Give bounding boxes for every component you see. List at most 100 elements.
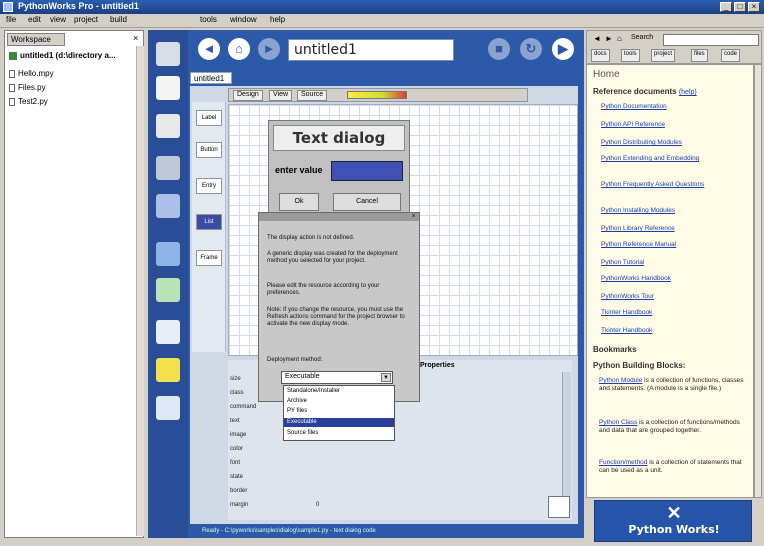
workspace-project-item[interactable]: untitled1 (d:\directory a... bbox=[9, 51, 116, 60]
workspace-close-icon[interactable]: × bbox=[133, 33, 138, 43]
deployment-select[interactable]: Executable ▼ bbox=[281, 371, 393, 384]
ref-link[interactable]: Python Tutorial bbox=[601, 259, 751, 267]
label-widget[interactable]: Label bbox=[196, 110, 222, 126]
copy-icon[interactable] bbox=[156, 242, 180, 266]
dialog-entry[interactable] bbox=[331, 161, 403, 181]
document-tab[interactable]: untitled1 bbox=[190, 72, 232, 84]
menu-help[interactable]: help bbox=[270, 15, 285, 24]
resize-handle[interactable] bbox=[548, 496, 570, 518]
option-archive[interactable]: Archive bbox=[284, 397, 394, 406]
menu-tools[interactable]: tools bbox=[200, 15, 217, 24]
ref-link[interactable]: PythonWorks Tour bbox=[601, 293, 751, 301]
tab-design[interactable]: Design bbox=[233, 90, 263, 101]
option-standalone[interactable]: Standalone/Installer bbox=[284, 387, 394, 396]
ref-link[interactable]: Tkinter Handbook bbox=[601, 309, 751, 317]
prop-row[interactable]: margin bbox=[230, 502, 248, 508]
option-source-files[interactable]: Source files bbox=[284, 429, 394, 438]
list-widget[interactable]: List bbox=[196, 214, 222, 230]
help-tab-docs[interactable]: docs bbox=[591, 49, 610, 62]
dialog-cancel-button[interactable]: Cancel bbox=[333, 193, 401, 211]
go-button[interactable]: ▶ bbox=[552, 38, 574, 60]
new-file-icon[interactable] bbox=[156, 76, 180, 100]
class-link[interactable]: Python Class bbox=[599, 419, 637, 426]
reload-button[interactable]: ↻ bbox=[520, 38, 542, 60]
ref-link[interactable]: Python Frequently Asked Questions bbox=[601, 181, 751, 189]
menu-build[interactable]: build bbox=[110, 15, 127, 24]
entry-widget[interactable]: Entry bbox=[196, 178, 222, 194]
eject-icon[interactable] bbox=[156, 396, 180, 420]
menu-view[interactable]: view bbox=[50, 15, 66, 24]
ref-link[interactable]: Python Reference Manual bbox=[601, 241, 751, 249]
ref-link[interactable]: Python API Reference bbox=[601, 121, 751, 129]
help-tab-files[interactable]: files bbox=[691, 49, 708, 62]
pointer-tool-icon[interactable] bbox=[156, 42, 180, 66]
menu-window[interactable]: window bbox=[230, 15, 257, 24]
prop-row[interactable]: command bbox=[230, 404, 256, 410]
python-works-banner[interactable]: ✕ Python Works! bbox=[594, 500, 752, 542]
ref-link[interactable]: Python Documentation bbox=[601, 103, 751, 111]
help-forward-icon[interactable]: ► bbox=[605, 34, 613, 43]
tab-source[interactable]: Source bbox=[297, 90, 328, 101]
workspace-tab[interactable]: Workspace bbox=[7, 33, 65, 46]
idea-icon[interactable] bbox=[156, 358, 180, 382]
help-back-icon[interactable]: ◄ bbox=[593, 34, 601, 43]
close-window-button[interactable]: × bbox=[748, 2, 760, 12]
workspace-file-item[interactable]: Hello.mpy bbox=[9, 69, 54, 78]
reference-help-link[interactable]: (help) bbox=[679, 89, 697, 96]
prop-row[interactable]: size bbox=[230, 376, 241, 382]
help-tab-project[interactable]: project bbox=[651, 49, 676, 62]
prop-row[interactable]: font bbox=[230, 460, 240, 466]
edit-icon[interactable] bbox=[156, 114, 180, 138]
frame-widget[interactable]: Frame bbox=[196, 250, 222, 266]
prop-row[interactable]: color bbox=[230, 446, 243, 452]
help-tab-code[interactable]: code bbox=[721, 49, 741, 62]
save-icon[interactable] bbox=[156, 194, 180, 218]
option-executable[interactable]: Executable bbox=[284, 418, 394, 427]
menu-file[interactable]: file bbox=[6, 15, 16, 24]
properties-scrollbar[interactable] bbox=[562, 372, 571, 512]
prop-row[interactable]: class bbox=[230, 390, 244, 396]
module-link[interactable]: Python Module bbox=[599, 377, 642, 384]
prop-row[interactable]: border bbox=[230, 488, 247, 494]
chevron-down-icon[interactable]: ▼ bbox=[381, 373, 391, 382]
help-tab-tools[interactable]: tools bbox=[621, 49, 640, 62]
menu-project[interactable]: project bbox=[74, 15, 98, 24]
workspace-scrollbar[interactable] bbox=[136, 46, 144, 536]
ref-link[interactable]: Tkinter Handbook bbox=[601, 327, 751, 335]
text-dialog-preview[interactable]: Text dialog enter value Ok Cancel bbox=[268, 120, 410, 218]
cut-icon[interactable] bbox=[156, 156, 180, 180]
function-link[interactable]: Function/method bbox=[599, 459, 647, 466]
ref-link[interactable]: Python Distributing Modules bbox=[601, 139, 751, 147]
prop-row[interactable]: state bbox=[230, 474, 243, 480]
tab-view[interactable]: View bbox=[269, 90, 293, 101]
option-py-files[interactable]: PY files bbox=[284, 407, 394, 416]
prop-value[interactable]: 0 bbox=[316, 502, 319, 508]
ref-link[interactable]: Python Extending and Embedding bbox=[601, 155, 751, 163]
color-bar[interactable] bbox=[347, 91, 407, 99]
workspace-file-item[interactable]: Files.py bbox=[9, 83, 46, 92]
title-field[interactable]: untitled1 bbox=[288, 39, 454, 61]
ref-link[interactable]: Python Library Reference bbox=[601, 225, 751, 233]
browser-icon[interactable] bbox=[156, 320, 180, 344]
menu-edit[interactable]: edit bbox=[28, 15, 41, 24]
ref-link[interactable]: PythonWorks Handbook bbox=[601, 275, 751, 283]
button-widget[interactable]: Button bbox=[196, 142, 222, 158]
popup-header[interactable] bbox=[259, 213, 419, 221]
prop-row[interactable]: image bbox=[230, 432, 246, 438]
help-scrollbar[interactable] bbox=[754, 64, 762, 498]
debug-icon[interactable] bbox=[156, 278, 180, 302]
dialog-ok-button[interactable]: Ok bbox=[279, 193, 319, 211]
prop-row[interactable]: text bbox=[230, 418, 240, 424]
popup-close-icon[interactable]: × bbox=[409, 213, 418, 221]
help-home-icon[interactable]: ⌂ bbox=[617, 34, 622, 43]
maximize-button[interactable]: □ bbox=[734, 2, 746, 12]
back-button[interactable]: ◄ bbox=[198, 38, 220, 60]
stop-button[interactable]: ■ bbox=[488, 38, 510, 60]
home-button[interactable]: ⌂ bbox=[228, 38, 250, 60]
ref-link[interactable]: Python Installing Modules bbox=[601, 207, 751, 215]
minimize-button[interactable]: _ bbox=[720, 2, 732, 12]
forward-button[interactable]: ► bbox=[258, 38, 280, 60]
workspace-file-item[interactable]: Test2.py bbox=[9, 97, 48, 106]
help-search-button[interactable]: Search bbox=[631, 34, 653, 41]
help-search-input[interactable] bbox=[663, 34, 759, 46]
